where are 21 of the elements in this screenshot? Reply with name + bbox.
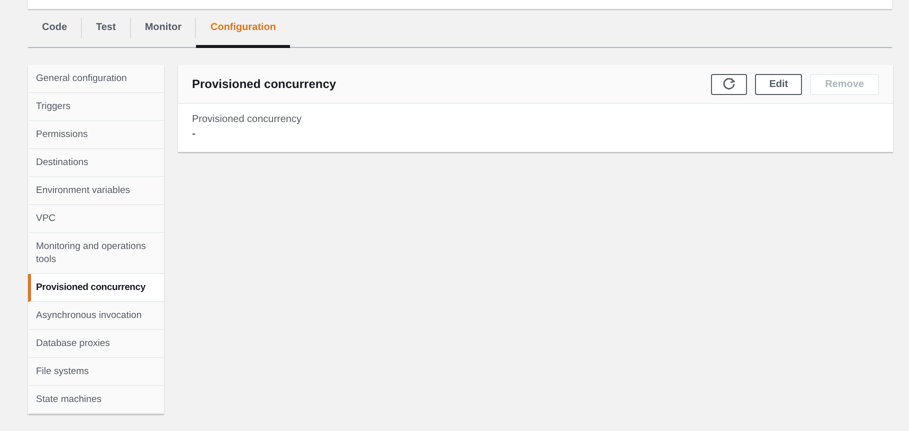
tab[interactable]: Code — [28, 10, 81, 48]
tab[interactable]: Test — [82, 10, 130, 48]
sidebar-item[interactable]: Triggers — [28, 93, 164, 121]
sidebar-item[interactable]: File systems — [28, 358, 164, 386]
sidebar-item[interactable]: State machines — [28, 386, 164, 414]
sidebar-item[interactable]: Environment variables — [28, 177, 164, 205]
sidebar-item[interactable]: VPC — [28, 205, 164, 233]
field-value: - — [192, 128, 197, 140]
action-button[interactable]: Edit — [755, 74, 802, 94]
sidebar-item[interactable]: General configuration — [28, 65, 164, 93]
tab[interactable]: Monitor — [130, 10, 196, 48]
panel-title: Provisioned concurrency — [192, 77, 336, 91]
sidebar-item[interactable]: Permissions — [28, 121, 164, 149]
sidebar-item[interactable]: Destinations — [28, 149, 164, 177]
field-label: Provisioned concurrency — [192, 114, 302, 125]
sidebar-item[interactable]: Database proxies — [28, 330, 164, 358]
sidebar-item[interactable]: Provisioned concurrency — [28, 274, 164, 302]
refresh-icon — [722, 77, 736, 91]
sidebar-item[interactable]: Monitoring and operations tools — [28, 233, 164, 274]
refresh-button[interactable] — [711, 74, 748, 94]
sidebar-item[interactable]: Asynchronous invocation — [28, 302, 164, 330]
